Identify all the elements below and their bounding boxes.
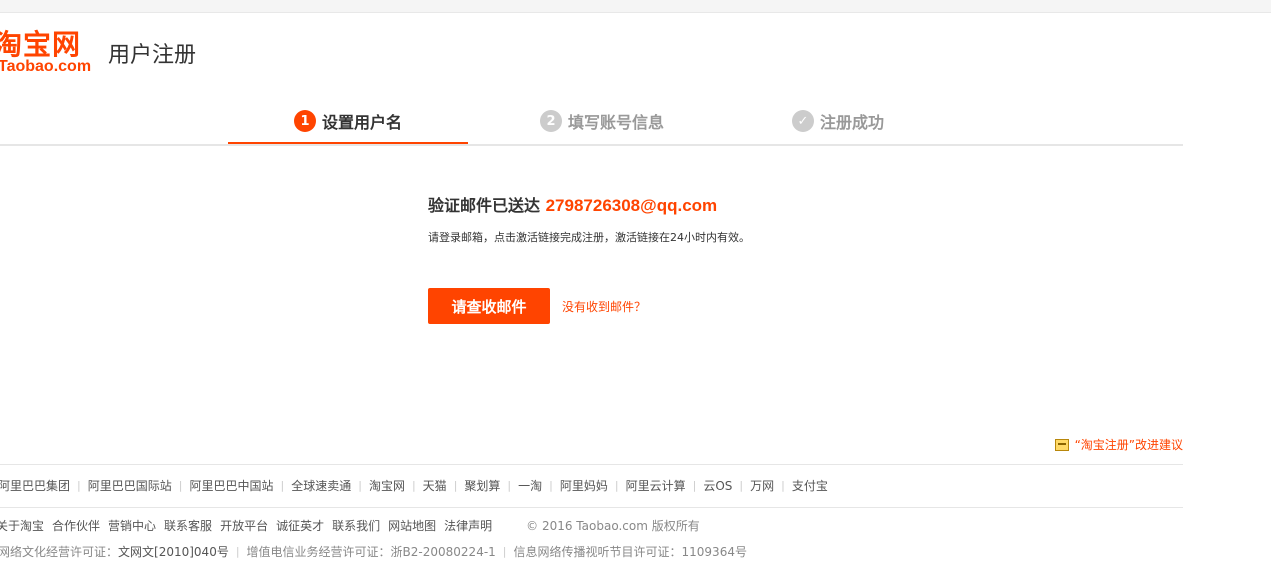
separator: |: [614, 479, 619, 492]
footer-link-tmall[interactable]: 天猫: [423, 477, 447, 494]
step-success: ✓ 注册成功: [718, 100, 958, 142]
email-address: 2798726308@qq.com: [545, 196, 718, 215]
separator: |: [178, 479, 183, 492]
check-icon: ✓: [791, 110, 814, 132]
footer-link-aliyun[interactable]: 阿里云计算: [626, 477, 686, 494]
email-sent-prefix: 验证邮件已送达: [428, 196, 541, 215]
separator: |: [502, 545, 507, 558]
email-actions: 请查收邮件 没有收到邮件？: [428, 288, 646, 324]
footer-link-open-platform[interactable]: 开放平台: [220, 517, 268, 534]
taobao-logo[interactable]: 淘宝网 Taobao.com: [0, 30, 102, 78]
footer-link-etao[interactable]: 一淘: [518, 477, 542, 494]
license-3: 信息网络传播视听节目许可证：1109364号: [513, 545, 747, 559]
footer-link-aliexpress[interactable]: 全球速卖通: [291, 477, 351, 494]
page-title: 用户注册: [108, 43, 197, 68]
group-links: 阿里巴巴集团 | 阿里巴巴国际站 | 阿里巴巴中国站 | 全球速卖通 | 淘宝网 | 天猫…: [0, 477, 828, 494]
separator: |: [77, 479, 81, 492]
footer-link-legal[interactable]: 法律声明: [444, 517, 492, 534]
footer-divider: [0, 507, 1183, 508]
registration-steps: 1 设置用户名 2 填写账号信息 ✓ 注册成功: [0, 100, 1183, 146]
footer-link-juhuasuan[interactable]: 聚划算: [464, 477, 500, 494]
step-label: 设置用户名: [321, 113, 402, 132]
separator: |: [549, 479, 553, 492]
separator: |: [453, 479, 458, 492]
email-sent-panel: 验证邮件已送达 2798726308@qq.com 请登录邮箱，点击激活链接完成…: [428, 193, 928, 245]
step-label: 填写账号信息: [567, 113, 664, 132]
separator: |: [781, 479, 785, 492]
footer-divider: [0, 464, 1183, 465]
footer-link-sitemap[interactable]: 网站地图: [388, 517, 436, 534]
footer-link-alibaba-intl[interactable]: 阿里巴巴国际站: [88, 477, 172, 494]
separator: |: [235, 545, 240, 558]
footer-link-taobao[interactable]: 淘宝网: [369, 477, 405, 494]
feedback-link[interactable]: “淘宝注册”改进建议: [1054, 436, 1183, 453]
footer-link-alibaba-group[interactable]: 阿里巴巴集团: [0, 477, 70, 494]
activation-description: 请登录邮箱，点击激活链接完成注册，激活链接在24小时内有效。: [428, 231, 750, 244]
footer-link-wanwang[interactable]: 万网: [750, 477, 774, 494]
feedback-label: “淘宝注册”改进建议: [1074, 438, 1183, 452]
footer-link-marketing[interactable]: 营销中心: [108, 517, 156, 534]
footer-link-customer-service[interactable]: 联系客服: [164, 517, 212, 534]
footer-link-alimama[interactable]: 阿里妈妈: [560, 477, 608, 494]
step-number-1: 1: [293, 110, 316, 132]
step-set-username: 1 设置用户名: [228, 100, 468, 144]
license-info: 网络文化经营许可证： 文网文[2010]040号 | 增值电信业务经营许可证：浙…: [0, 543, 747, 560]
copyright: © 2016 Taobao.com 版权所有: [526, 519, 700, 533]
feedback-icon: [1054, 438, 1069, 451]
separator: |: [507, 479, 512, 492]
separator: |: [739, 479, 744, 492]
separator: |: [280, 479, 285, 492]
license-1-value: 文网文[2010]040号: [118, 545, 229, 559]
about-links: 关于淘宝 合作伙伴 营销中心 联系客服 开放平台 诚征英才 联系我们 网站地图 …: [0, 517, 700, 534]
footer-link-alibaba-china[interactable]: 阿里巴巴中国站: [189, 477, 273, 494]
footer-link-partners[interactable]: 合作伙伴: [52, 517, 100, 534]
separator: |: [692, 479, 697, 492]
footer-link-contact[interactable]: 联系我们: [332, 517, 380, 534]
license-1-label: 网络文化经营许可证：: [0, 545, 119, 559]
email-not-received-link[interactable]: 没有收到邮件？: [562, 298, 646, 315]
footer-link-alipay[interactable]: 支付宝: [792, 477, 828, 494]
footer-link-about[interactable]: 关于淘宝: [0, 517, 44, 534]
license-2: 增值电信业务经营许可证：浙B2-20080224-1: [246, 545, 496, 559]
step-account-info: 2 填写账号信息: [482, 100, 722, 142]
separator: |: [411, 479, 416, 492]
top-bar: [0, 0, 1271, 13]
logo-text: 淘宝网: [0, 28, 82, 61]
footer-link-careers[interactable]: 诚征英才: [276, 517, 324, 534]
footer-link-yunos[interactable]: 云OS: [703, 477, 732, 494]
step-label: 注册成功: [819, 113, 884, 132]
email-sent-title: 验证邮件已送达 2798726308@qq.com: [428, 193, 928, 219]
logo-subtext: Taobao.com: [0, 58, 92, 75]
check-email-button[interactable]: 请查收邮件: [428, 288, 550, 324]
step-number-2: 2: [539, 110, 562, 132]
separator: |: [358, 479, 362, 492]
